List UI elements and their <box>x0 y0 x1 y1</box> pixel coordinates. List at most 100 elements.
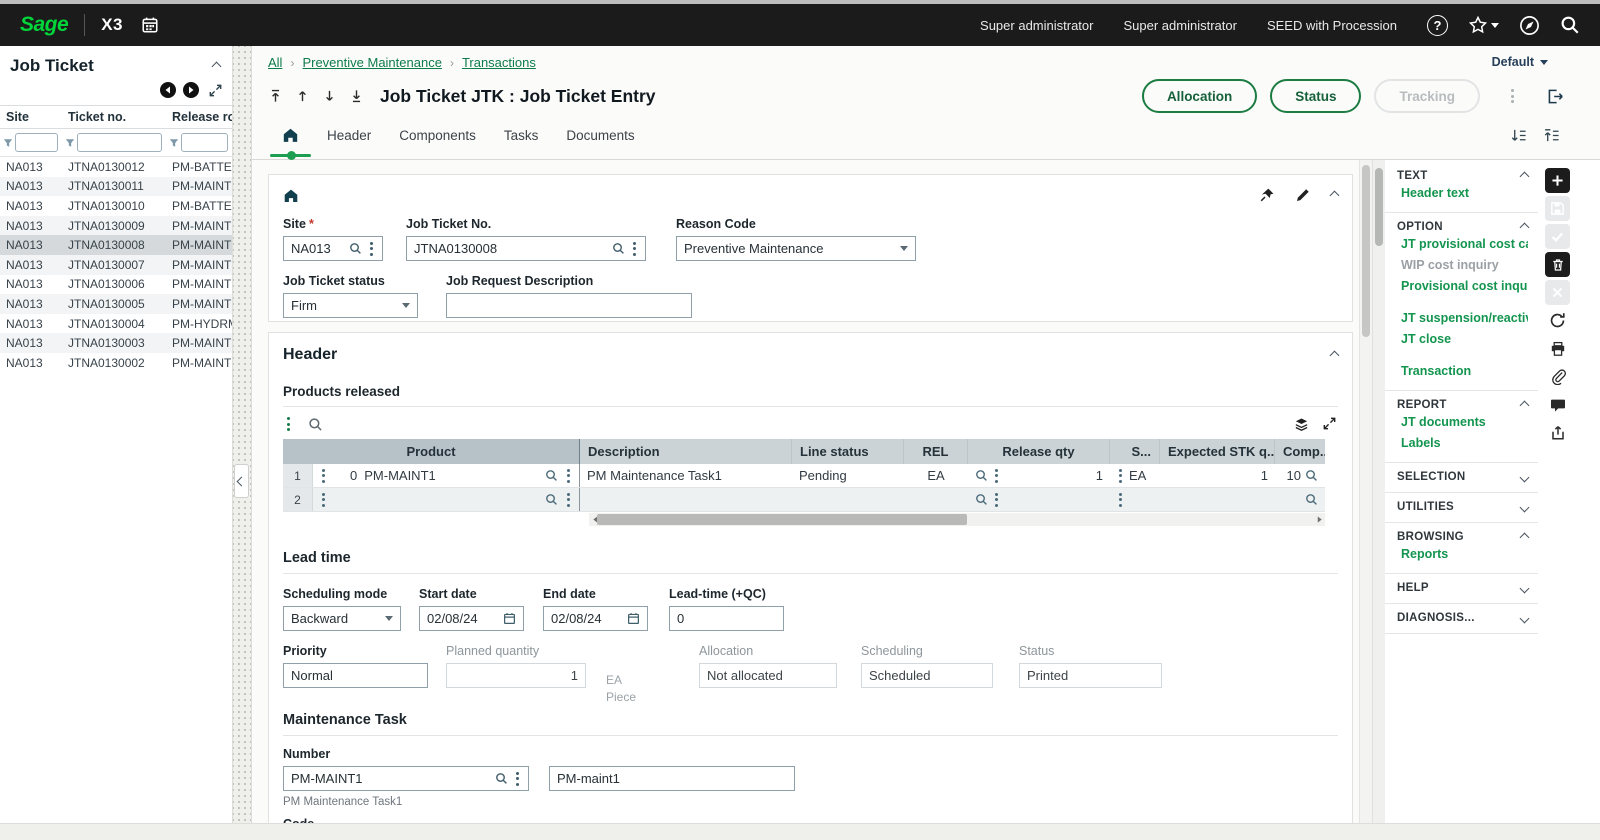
refresh-icon[interactable] <box>1545 308 1570 333</box>
explore-compass-icon[interactable] <box>1519 15 1540 36</box>
content-scrollbar[interactable] <box>1359 160 1372 823</box>
last-record-icon[interactable] <box>349 88 364 104</box>
search-icon[interactable] <box>1560 15 1580 35</box>
pin-icon[interactable] <box>1259 187 1275 203</box>
row-actions-icon[interactable] <box>320 467 327 485</box>
cell-actions-icon[interactable] <box>993 491 1000 509</box>
ticket-filter-input[interactable] <box>77 133 162 152</box>
first-record-icon[interactable] <box>268 88 283 104</box>
filter-funnel-icon[interactable] <box>169 138 179 148</box>
grid-search-icon[interactable] <box>308 417 323 432</box>
panel-link-jt-documents[interactable]: JT documents <box>1397 411 1528 432</box>
panel-link-jt-suspension-reactivation[interactable]: JT suspension/reactivation <box>1397 307 1528 328</box>
panel-link-labels[interactable]: Labels <box>1397 432 1528 453</box>
left-table-row[interactable]: NA013JTNA0130012PM-BATTERY <box>0 157 232 177</box>
lookup-search-icon[interactable] <box>975 469 988 482</box>
grid-horizontal-scrollbar[interactable] <box>589 513 1325 526</box>
status-button[interactable]: Status <box>1270 79 1361 113</box>
view-selector[interactable]: Default <box>1492 55 1548 69</box>
attachment-paperclip-icon[interactable] <box>1545 364 1570 389</box>
tab-components[interactable]: Components <box>385 115 490 155</box>
tab-home[interactable] <box>268 115 313 155</box>
col-line-status[interactable]: Line status <box>792 439 904 464</box>
panel-link-transaction[interactable]: Transaction <box>1397 360 1528 381</box>
new-icon[interactable] <box>1545 168 1570 193</box>
panel-resize-gutter[interactable] <box>232 46 252 823</box>
collapse-section-chevron-icon[interactable] <box>1330 190 1340 200</box>
user-role[interactable]: Super administrator <box>980 18 1093 33</box>
cell-actions-icon[interactable] <box>1117 467 1124 485</box>
edit-pencil-icon[interactable] <box>1295 187 1311 203</box>
calendar-icon[interactable] <box>627 612 640 625</box>
left-table-row[interactable]: NA013JTNA0130006PM-MAINT <box>0 275 232 295</box>
column-header-ticket-no[interactable]: Ticket no. <box>62 106 166 128</box>
site-filter-input[interactable] <box>15 133 58 152</box>
previous-record-icon[interactable] <box>295 88 310 104</box>
delete-trash-icon[interactable] <box>1545 252 1570 277</box>
panel-link-header-text[interactable]: Header text <box>1397 182 1528 203</box>
cell-actions-icon[interactable] <box>565 491 572 509</box>
left-table-row[interactable]: NA013JTNA0130010PM-BATTERY <box>0 196 232 216</box>
panel-section-header-option[interactable]: OPTION <box>1397 221 1528 233</box>
favorites-star-icon[interactable] <box>1468 15 1499 35</box>
panel-link-jt-provisional-cost-calcula[interactable]: JT provisional cost calcula... <box>1397 233 1528 254</box>
print-icon[interactable] <box>1545 336 1570 361</box>
cell-actions-icon[interactable] <box>993 467 1000 485</box>
col-description[interactable]: Description <box>580 439 792 464</box>
user-name[interactable]: Super administrator <box>1123 18 1236 33</box>
previous-record-icon[interactable] <box>160 82 176 98</box>
cell-actions-icon[interactable] <box>565 467 572 485</box>
field-actions-icon[interactable] <box>514 770 521 788</box>
more-actions-icon[interactable] <box>1509 87 1516 105</box>
allocation-button[interactable]: Allocation <box>1142 79 1257 113</box>
panel-section-header-utilities[interactable]: UTILITIES <box>1397 501 1528 513</box>
breadcrumb-transactions[interactable]: Transactions <box>462 55 536 70</box>
left-table-row[interactable]: NA013JTNA0130009PM-MAINT1 <box>0 216 232 236</box>
col-rel[interactable]: REL <box>904 439 968 464</box>
grid-row[interactable]: 1 0 PM-MAINT1 PM Maintenance Task1 Pendi… <box>283 464 1325 488</box>
panel-section-header-browsing[interactable]: BROWSING <box>1397 531 1528 543</box>
col-release-qty[interactable]: Release qty <box>968 439 1110 464</box>
priority-field[interactable]: Normal <box>283 663 428 688</box>
lead-time-qc-field[interactable]: 0 <box>669 606 784 631</box>
maintenance-description-field[interactable]: PM-maint1 <box>549 766 795 791</box>
exit-icon[interactable] <box>1545 87 1564 106</box>
reason-code-select[interactable]: Preventive Maintenance <box>676 236 916 261</box>
column-header-site[interactable]: Site <box>0 106 62 128</box>
job-ticket-no-field[interactable]: JTNA0130008 <box>406 236 646 261</box>
col-product[interactable]: Product <box>283 439 580 464</box>
panel-section-header-help[interactable]: HELP <box>1397 582 1528 594</box>
breadcrumb-preventive-maintenance[interactable]: Preventive Maintenance <box>302 55 441 70</box>
expand-panel-icon[interactable] <box>209 84 222 97</box>
maintenance-number-field[interactable]: PM-MAINT1 <box>283 766 529 791</box>
lookup-search-icon[interactable] <box>1305 469 1318 482</box>
column-header-release-routing[interactable]: Release rout <box>166 106 232 128</box>
lookup-search-icon[interactable] <box>349 242 362 255</box>
left-table-row[interactable]: NA013JTNA0130008PM-MAINT1 <box>0 235 232 255</box>
job-request-description-field[interactable] <box>446 293 692 318</box>
col-comp[interactable]: Comp... <box>1275 439 1325 464</box>
scheduling-mode-select[interactable]: Backward <box>283 606 401 631</box>
lookup-search-icon[interactable] <box>975 493 988 506</box>
cell-actions-icon[interactable] <box>1117 491 1124 509</box>
panel-section-header-report[interactable]: REPORT <box>1397 399 1528 411</box>
right-panel-scrollbar[interactable] <box>1372 160 1385 823</box>
scrollbar-thumb[interactable] <box>597 514 967 525</box>
grid-expand-icon[interactable] <box>1323 417 1336 432</box>
calendar-icon[interactable] <box>141 16 159 34</box>
left-table-row[interactable]: NA013JTNA0130005PM-MAINT <box>0 294 232 314</box>
lookup-search-icon[interactable] <box>545 493 558 506</box>
panel-link-jt-close[interactable]: JT close <box>1397 328 1528 349</box>
lookup-search-icon[interactable] <box>545 469 558 482</box>
col-s[interactable]: S... <box>1110 439 1160 464</box>
collapse-section-chevron-icon[interactable] <box>1330 350 1340 360</box>
job-ticket-status-select[interactable]: Firm <box>283 293 418 318</box>
left-table-row[interactable]: NA013JTNA0130004PM-HYDRMA <box>0 314 232 334</box>
tab-tasks[interactable]: Tasks <box>490 115 553 155</box>
end-date-field[interactable]: 02/08/24 <box>543 606 648 631</box>
lookup-search-icon[interactable] <box>495 772 508 785</box>
grid-actions-icon[interactable] <box>285 415 292 433</box>
grid-row-empty[interactable]: 2 <box>283 488 1325 512</box>
field-actions-icon[interactable] <box>631 240 638 258</box>
left-table-row[interactable]: NA013JTNA0130011PM-MAINT2 <box>0 177 232 197</box>
